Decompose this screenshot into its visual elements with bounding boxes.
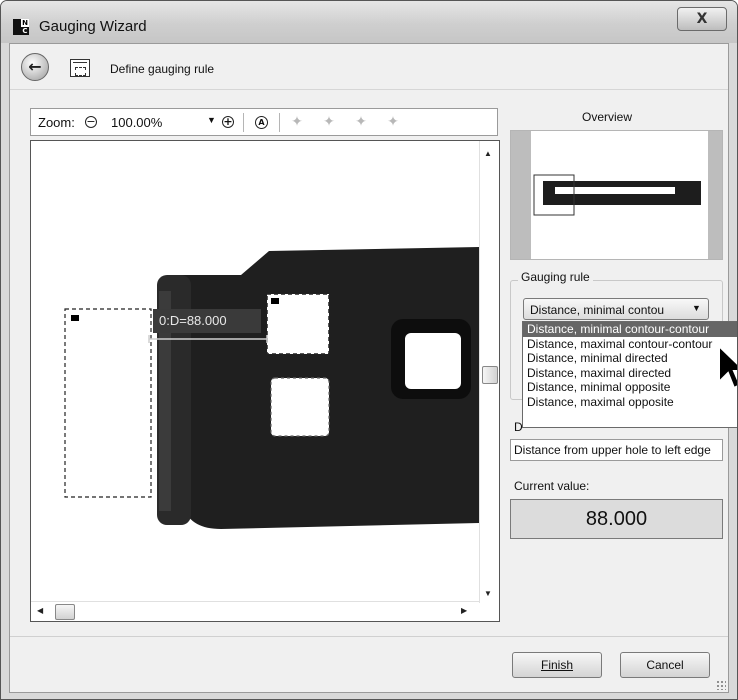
zoom-toolbar: Zoom: − 100.00% ▼ + A ✦ ✦ ✦ ✦: [30, 108, 498, 136]
gauging-rule-option[interactable]: Distance, maximal opposite: [523, 395, 737, 410]
zoom-label: Zoom:: [38, 115, 75, 130]
gauging-rule-option[interactable]: Distance, maximal directed: [523, 366, 737, 381]
gauging-rule-legend: Gauging rule: [518, 270, 593, 284]
app-icon: N C: [13, 19, 29, 35]
zoom-out-icon[interactable]: −: [85, 116, 97, 128]
finish-button[interactable]: Finish: [512, 652, 602, 678]
current-value-display: 88.000: [510, 499, 723, 539]
overview-label: Overview: [582, 110, 633, 124]
close-button[interactable]: X: [677, 7, 727, 31]
gauging-rule-option[interactable]: Distance, minimal directed: [523, 351, 737, 366]
horizontal-scrollbar[interactable]: ◀ ▶: [31, 601, 479, 621]
description-field[interactable]: Distance from upper hole to left edge: [510, 439, 723, 461]
gauging-rule-option[interactable]: Distance, maximal contour-contour: [523, 337, 737, 352]
finish-button-label: Finish: [540, 658, 573, 672]
zoom-fit-icon[interactable]: A: [255, 116, 268, 129]
gauging-rule-dropdown-list[interactable]: Distance, minimal contour-contour Distan…: [522, 321, 737, 428]
footer-divider: [10, 636, 728, 637]
back-button[interactable]: ←: [21, 53, 49, 81]
step-header: ← Define gauging rule: [10, 44, 728, 90]
current-value-label: Current value:: [514, 479, 590, 493]
wizard-window: N C Gauging Wizard X ← Define gauging ru…: [0, 0, 738, 700]
zoom-select[interactable]: 100.00%: [111, 115, 162, 130]
back-arrow-icon: ←: [28, 57, 42, 76]
part-image[interactable]: [31, 141, 479, 601]
pan-left-icon[interactable]: ✦: [289, 114, 305, 130]
gauging-rule-selected-value: Distance, minimal contou: [530, 303, 665, 317]
gauging-rule-option[interactable]: Distance, minimal opposite: [523, 380, 737, 395]
chevron-down-icon[interactable]: ▼: [692, 303, 701, 313]
measurement-label: 0:D=88.000: [159, 313, 227, 328]
step-title: Define gauging rule: [110, 62, 215, 76]
horizontal-scroll-thumb[interactable]: [55, 604, 75, 620]
scroll-left-icon[interactable]: ◀: [37, 606, 43, 615]
zoom-in-icon[interactable]: +: [222, 116, 234, 128]
app-icon-letter-c: C: [22, 27, 28, 35]
gauging-rule-icon: [70, 59, 90, 77]
gauging-rule-select[interactable]: Distance, minimal contou ▼: [523, 298, 709, 320]
overview-thumbnail[interactable]: [510, 130, 723, 260]
title-bar[interactable]: N C Gauging Wizard X: [1, 1, 737, 43]
app-icon-letter-n: N: [21, 19, 29, 27]
vertical-scrollbar[interactable]: ▲ ▼: [479, 141, 499, 603]
zoom-dropdown-caret-icon[interactable]: ▼: [207, 115, 216, 125]
toolbar-separator: [243, 113, 244, 132]
image-viewport[interactable]: 0:D=88.000 ▲ ▼ ◀ ▶: [30, 140, 500, 622]
vertical-scroll-thumb[interactable]: [482, 366, 498, 384]
window-title: Gauging Wizard: [39, 18, 147, 35]
gauging-rule-option[interactable]: Distance, minimal contour-contour: [523, 322, 737, 337]
scroll-right-icon[interactable]: ▶: [461, 606, 467, 615]
scroll-up-icon[interactable]: ▲: [484, 149, 492, 158]
pan-right-icon[interactable]: ✦: [321, 114, 337, 130]
overview-image: [511, 131, 722, 259]
scroll-down-icon[interactable]: ▼: [484, 589, 492, 598]
cancel-button-label: Cancel: [646, 658, 684, 672]
cancel-button[interactable]: Cancel: [620, 652, 710, 678]
pan-down-icon[interactable]: ✦: [385, 114, 401, 130]
pan-up-icon[interactable]: ✦: [353, 114, 369, 130]
resize-grip[interactable]: [716, 680, 726, 690]
toolbar-separator: [279, 113, 280, 132]
mouse-cursor-icon: [718, 344, 737, 390]
